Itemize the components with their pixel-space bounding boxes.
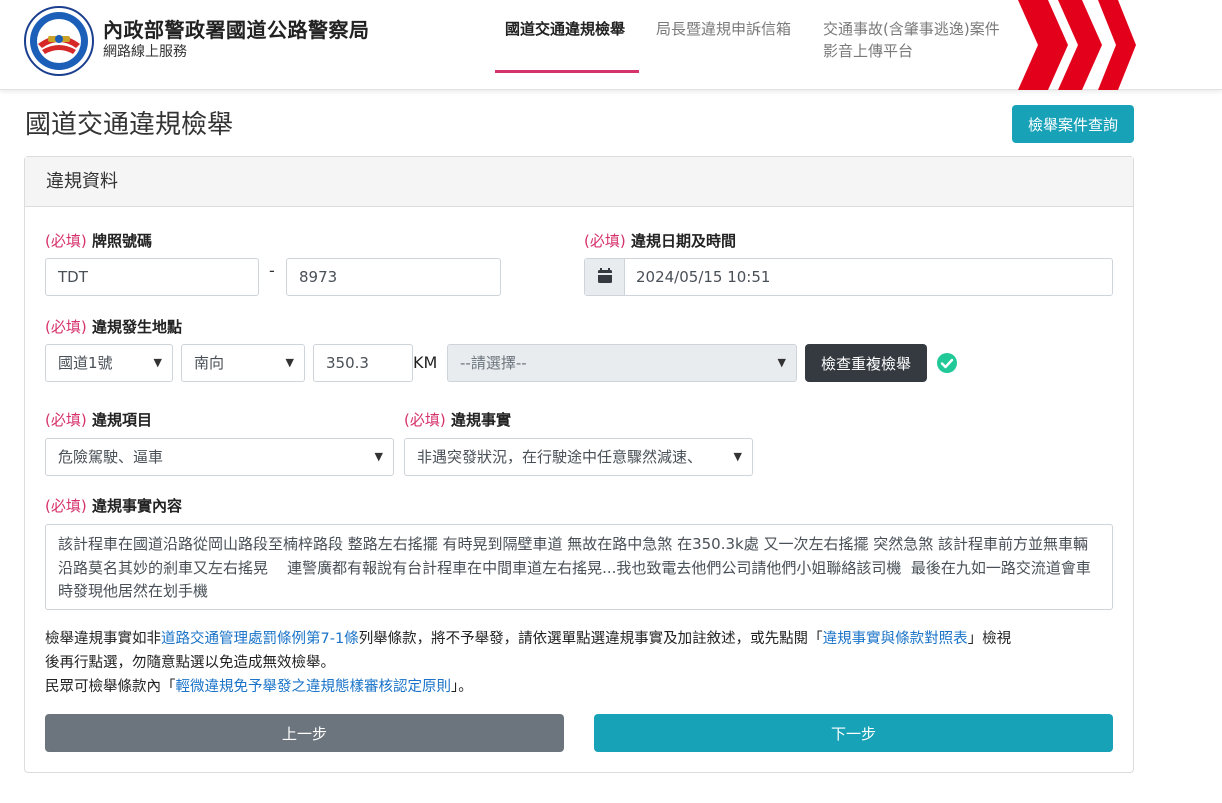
plate-separator: - [269, 261, 275, 280]
notice-line1-b: 列舉條款，將不予舉發，請依選單點選違規事實及加註敘述，或先點閱「 [358, 631, 823, 647]
violation-form-card: 違規資料 (必填) 牌照號碼 TDT - 8973 (必填) 違規日期及時間 2… [24, 156, 1134, 773]
notice-line1-a: 檢舉違規事實如非 [45, 631, 161, 647]
notice-line3-b: 」。 [451, 679, 473, 695]
nav-tab-director-mailbox[interactable]: 局長暨違規申訴信箱 [656, 18, 791, 40]
nav-tab-violation-report[interactable]: 國道交通違規檢舉 [505, 18, 625, 40]
content-label: (必填) 違規事實內容 [45, 495, 182, 516]
required-tag: (必填) [404, 411, 446, 429]
road-select-value: 國道1號 [58, 354, 113, 372]
police-emblem-icon[interactable] [24, 6, 94, 76]
notice-line1: 檢舉違規事實如非道路交通管理處罰條例第7-1條列舉條款，將不予舉發，請依選單點選… [45, 627, 1115, 651]
org-subtitle: 網路線上服務 [103, 44, 187, 60]
chevron-down-icon: ▼ [285, 356, 294, 369]
violation-fact-label: (必填) 違規事實 [404, 409, 511, 430]
notice-text: 檢舉違規事實如非道路交通管理處罰條例第7-1條列舉條款，將不予舉發，請依選單點選… [45, 627, 1115, 699]
datetime-input[interactable]: 2024/05/15 10:51 [584, 258, 1113, 296]
violation-item-value: 危險駕駛、逼車 [58, 448, 164, 466]
chevron-down-icon: ▼ [374, 450, 383, 463]
calendar-addon[interactable] [585, 259, 625, 295]
card-header: 違規資料 [25, 157, 1133, 207]
chevron-down-icon: ▼ [733, 450, 742, 463]
notice-line1-c: 」檢視 [967, 631, 1012, 647]
required-tag: (必填) [584, 232, 626, 250]
datetime-label: (必填) 違規日期及時間 [584, 230, 736, 251]
violation-item-select[interactable]: 危險駕駛、逼車 ▼ [45, 438, 394, 476]
km-unit: KM [413, 353, 438, 372]
segment-select-value: --請選擇-- [460, 354, 527, 372]
content-label-text: 違規事實內容 [91, 497, 182, 515]
check-duplicate-button[interactable]: 檢查重複檢舉 [805, 344, 927, 382]
violation-fact-select[interactable]: 非遇突發狀況，在行駛途中任意驟然減速、 ▼ [404, 438, 753, 476]
calendar-icon [598, 268, 612, 283]
chevron-down-icon: ▼ [153, 356, 162, 369]
required-tag: (必填) [45, 497, 87, 515]
plate-label: (必填) 牌照號碼 [45, 230, 152, 251]
location-label: (必填) 違規發生地點 [45, 316, 182, 337]
next-step-button[interactable]: 下一步 [594, 714, 1113, 752]
required-tag: (必填) [45, 232, 87, 250]
violation-fact-label-text: 違規事實 [450, 411, 511, 429]
violation-item-label-text: 違規項目 [91, 411, 152, 429]
notice-line3-a: 民眾可檢舉條款內「 [45, 679, 176, 695]
active-tab-underline [495, 70, 639, 73]
datetime-label-text: 違規日期及時間 [630, 232, 736, 250]
chevron-down-icon: ▼ [777, 356, 786, 369]
plate-label-text: 牌照號碼 [91, 232, 152, 250]
nav-tab-accident-upload-line1: 交通事故(含肇事逃逸)案件 [823, 20, 1000, 38]
previous-step-button[interactable]: 上一步 [45, 714, 564, 752]
direction-select[interactable]: 南向 ▼ [181, 344, 305, 382]
violation-item-label: (必填) 違規項目 [45, 409, 152, 430]
case-query-button[interactable]: 檢舉案件查詢 [1012, 105, 1134, 143]
plate-part2-input[interactable]: 8973 [286, 258, 501, 296]
notice-line3: 民眾可檢舉條款內「輕微違規免予舉發之違規態樣審核認定原則」。 [45, 675, 1115, 699]
location-label-text: 違規發生地點 [91, 318, 182, 336]
violation-fact-value: 非遇突發狀況，在行駛途中任意驟然減速、 [417, 448, 703, 466]
site-header: 內政部警政署國道公路警察局 網路線上服務 國道交通違規檢舉 局長暨違規申訴信箱 … [0, 0, 1222, 90]
minor-violation-link[interactable]: 輕微違規免予舉發之違規態樣審核認定原則 [176, 679, 452, 695]
segment-select[interactable]: --請選擇-- ▼ [447, 344, 797, 382]
nav-tab-accident-upload-line2: 影音上傳平台 [823, 42, 914, 60]
org-title: 內政部警政署國道公路警察局 [103, 18, 370, 42]
check-circle-icon [937, 353, 957, 373]
nav-tab-accident-upload[interactable]: 交通事故(含肇事逃逸)案件 影音上傳平台 [823, 18, 1000, 62]
datetime-value: 2024/05/15 10:51 [636, 268, 771, 286]
km-input[interactable]: 350.3 [313, 344, 413, 382]
regulation-link[interactable]: 道路交通管理處罰條例第7-1條 [161, 631, 359, 647]
required-tag: (必填) [45, 411, 87, 429]
content-textarea[interactable]: 該計程車在國道沿路從岡山路段至楠梓路段 整路左右搖擺 有時晃到隔壁車道 無故在路… [45, 524, 1113, 610]
road-select[interactable]: 國道1號 ▼ [45, 344, 173, 382]
plate-part1-input[interactable]: TDT [45, 258, 259, 296]
page-title: 國道交通違規檢舉 [25, 110, 234, 140]
direction-select-value: 南向 [194, 354, 225, 372]
fact-table-link[interactable]: 違規事實與條款對照表 [823, 631, 968, 647]
red-chevrons-icon [1018, 0, 1136, 90]
required-tag: (必填) [45, 318, 87, 336]
notice-line2: 後再行點選，勿隨意點選以免造成無效檢舉。 [45, 655, 335, 671]
